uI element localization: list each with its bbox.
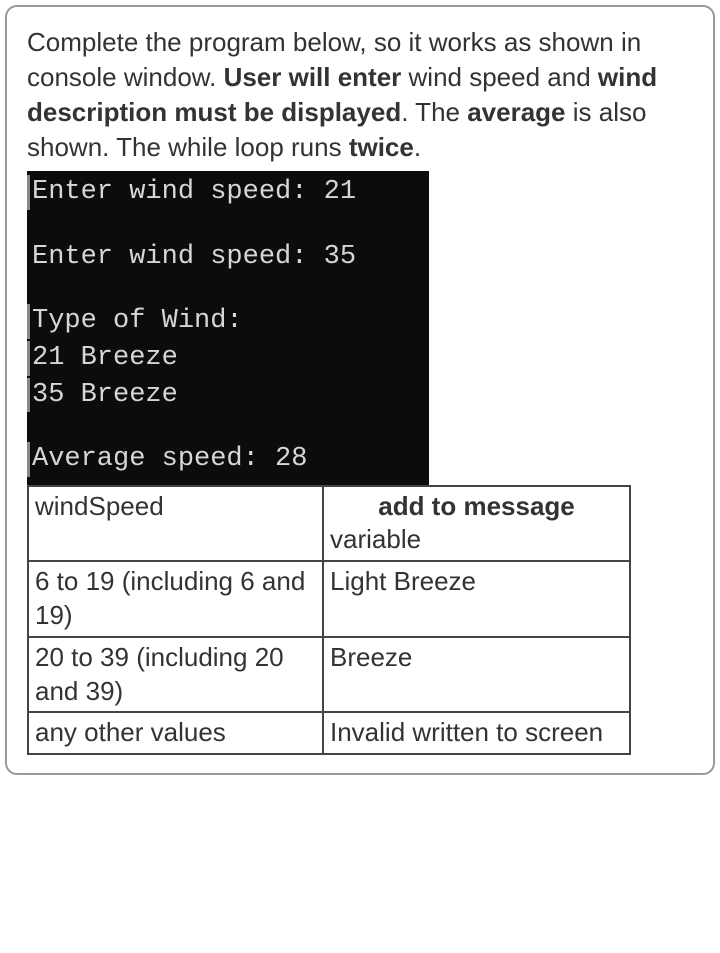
- instr-bold3: average: [467, 97, 565, 127]
- question-card: Complete the program below, so it works …: [5, 5, 715, 775]
- range-cell-2: 20 to 39 (including 20 and 39): [28, 637, 323, 713]
- instruction-text: Complete the program below, so it works …: [27, 25, 693, 165]
- console-line-1: Enter wind speed: 21: [27, 175, 425, 210]
- range-cell-1: 6 to 19 (including 6 and 19): [28, 561, 323, 637]
- instr-part2: wind speed and: [401, 62, 598, 92]
- console-output: Enter wind speed: 21 Enter wind speed: 3…: [27, 171, 429, 484]
- header-windspeed: windSpeed: [28, 486, 323, 562]
- instr-part5: .: [414, 132, 421, 162]
- console-blank-3: [27, 414, 425, 442]
- instr-part3: . The: [401, 97, 467, 127]
- wind-classification-table: windSpeed add to message variable 6 to 1…: [27, 485, 631, 756]
- instr-bold1: User will enter: [224, 62, 402, 92]
- console-line-4: 21 Breeze: [27, 341, 425, 376]
- console-blank-2: [27, 276, 425, 304]
- msg-cell-2: Breeze: [323, 637, 630, 713]
- console-line-2: Enter wind speed: 35: [27, 240, 425, 275]
- msg-cell-1: Light Breeze: [323, 561, 630, 637]
- console-line-5: 35 Breeze: [27, 378, 425, 413]
- table-header-row: windSpeed add to message variable: [28, 486, 630, 562]
- header-message: add to message variable: [323, 486, 630, 562]
- header-msg-rest: variable: [330, 523, 623, 557]
- msg-cell-3: Invalid written to screen: [323, 712, 630, 754]
- console-line-6: Average speed: 28: [27, 442, 425, 477]
- console-line-3: Type of Wind:: [27, 304, 425, 339]
- table-row: 20 to 39 (including 20 and 39) Breeze: [28, 637, 630, 713]
- table-row: any other values Invalid written to scre…: [28, 712, 630, 754]
- header-msg-bold: add to message: [378, 491, 575, 521]
- table-row: 6 to 19 (including 6 and 19) Light Breez…: [28, 561, 630, 637]
- instr-bold4: twice: [349, 132, 414, 162]
- range-cell-3: any other values: [28, 712, 323, 754]
- console-blank-1: [27, 212, 425, 240]
